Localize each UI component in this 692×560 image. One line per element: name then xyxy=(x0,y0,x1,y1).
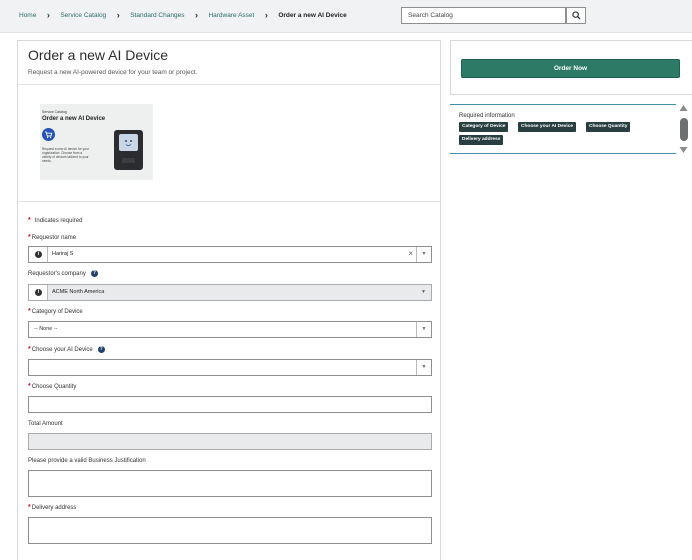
chevron-right-icon: › xyxy=(116,10,120,20)
delivery-address-label: * Delivery address xyxy=(28,504,77,511)
help-icon[interactable]: ? xyxy=(97,346,105,353)
tag-choose-quantity[interactable]: Choose Quantity xyxy=(586,122,631,132)
hero-description: Request a new AI device for your organiz… xyxy=(42,147,89,163)
search-icon xyxy=(572,11,581,20)
required-information-title: Required information xyxy=(459,113,515,119)
tag-choose-ai-device[interactable]: Choose your AI Device xyxy=(518,122,577,132)
tag-category-of-device[interactable]: Category of Device xyxy=(459,122,509,132)
scrollbar-thumb[interactable] xyxy=(680,118,688,141)
total-amount-field xyxy=(28,433,432,450)
chevron-down-icon[interactable]: ▼ xyxy=(416,247,431,262)
info-button[interactable]: i xyxy=(29,285,48,300)
hero-section: Service Catalog Order a new AI Device Re… xyxy=(18,85,440,202)
quantity-input[interactable] xyxy=(28,396,432,413)
order-now-button[interactable]: Order Now xyxy=(461,59,680,78)
top-bar: Home › Service Catalog › Standard Change… xyxy=(0,0,692,33)
category-select[interactable]: -- None -- ▼ xyxy=(28,321,432,338)
breadcrumb-current: Order a new AI Device xyxy=(278,12,347,19)
breadcrumb-hardware-asset[interactable]: Hardware Asset xyxy=(208,12,254,19)
chevron-down-icon: ▼ xyxy=(421,289,426,295)
chevron-down-icon: ▼ xyxy=(416,360,431,375)
scroll-down-arrow-icon[interactable] xyxy=(679,146,688,154)
clear-icon[interactable]: × xyxy=(408,249,413,259)
requestor-company-field: i ACME North America ▼ xyxy=(28,284,432,301)
catalog-item-form: Order a new AI Device Request a new AI-p… xyxy=(17,40,441,560)
required-star: * xyxy=(28,234,31,241)
chevron-right-icon: › xyxy=(264,10,268,20)
requestor-name-field[interactable]: i Hariraj S × ▼ xyxy=(28,246,432,263)
hero-title: Order a new AI Device xyxy=(42,116,106,122)
required-star: * xyxy=(28,308,31,315)
requestor-company-value: ACME North America xyxy=(52,289,105,295)
ai-device-illustration xyxy=(114,130,143,170)
required-star: * xyxy=(28,383,31,390)
breadcrumb-service-catalog[interactable]: Service Catalog xyxy=(60,12,106,19)
requestor-name-label: * Requestor name xyxy=(28,234,77,241)
page-title: Order a new AI Device xyxy=(28,47,169,63)
total-amount-label: Total Amount xyxy=(28,421,63,427)
required-star: * xyxy=(28,217,31,224)
quantity-label: * Choose Quantity xyxy=(28,383,77,390)
info-icon: i xyxy=(35,289,42,296)
requestor-company-label: Requestor's company? xyxy=(28,270,98,277)
required-note: * Indicates required xyxy=(28,217,83,224)
chevron-right-icon: › xyxy=(194,10,198,20)
device-screen xyxy=(119,134,138,151)
justification-textarea[interactable] xyxy=(28,470,432,497)
scroll-up-arrow-icon[interactable] xyxy=(679,104,688,112)
required-star: * xyxy=(28,504,31,511)
cart-icon xyxy=(42,128,55,141)
order-panel: Order Now xyxy=(450,40,692,95)
form-header: Order a new AI Device Request a new AI-p… xyxy=(18,41,440,85)
ai-device-label: * Choose your AI Device? xyxy=(28,346,105,353)
info-button[interactable]: i xyxy=(29,247,48,262)
breadcrumb: Home › Service Catalog › Standard Change… xyxy=(19,11,347,20)
device-base xyxy=(122,158,135,163)
breadcrumb-standard-changes[interactable]: Standard Changes xyxy=(130,12,184,19)
page-subtitle: Request a new AI-powered device for your… xyxy=(28,69,198,76)
hero-brand: Service Catalog xyxy=(42,110,67,114)
ai-device-select[interactable]: ▼ xyxy=(28,359,432,376)
tag-delivery-address[interactable]: Delivery address xyxy=(459,135,504,145)
category-value: -- None -- xyxy=(34,326,58,332)
requestor-name-value: Hariraj S xyxy=(52,251,74,257)
info-icon: i xyxy=(35,251,42,258)
hero-image: Service Catalog Order a new AI Device Re… xyxy=(40,104,153,180)
chevron-down-icon: ▼ xyxy=(416,322,431,337)
breadcrumb-home[interactable]: Home xyxy=(19,12,36,19)
category-label: * Category of Device xyxy=(28,308,83,315)
justification-label: Please provide a valid Business Justific… xyxy=(28,458,146,464)
required-information-panel: Required information Category of Device … xyxy=(450,104,676,154)
required-star: * xyxy=(28,346,31,353)
search-button[interactable] xyxy=(566,7,586,24)
chevron-right-icon: › xyxy=(46,10,50,20)
help-icon[interactable]: ? xyxy=(90,270,98,277)
delivery-address-textarea[interactable] xyxy=(28,517,432,544)
search-input[interactable] xyxy=(401,7,566,24)
